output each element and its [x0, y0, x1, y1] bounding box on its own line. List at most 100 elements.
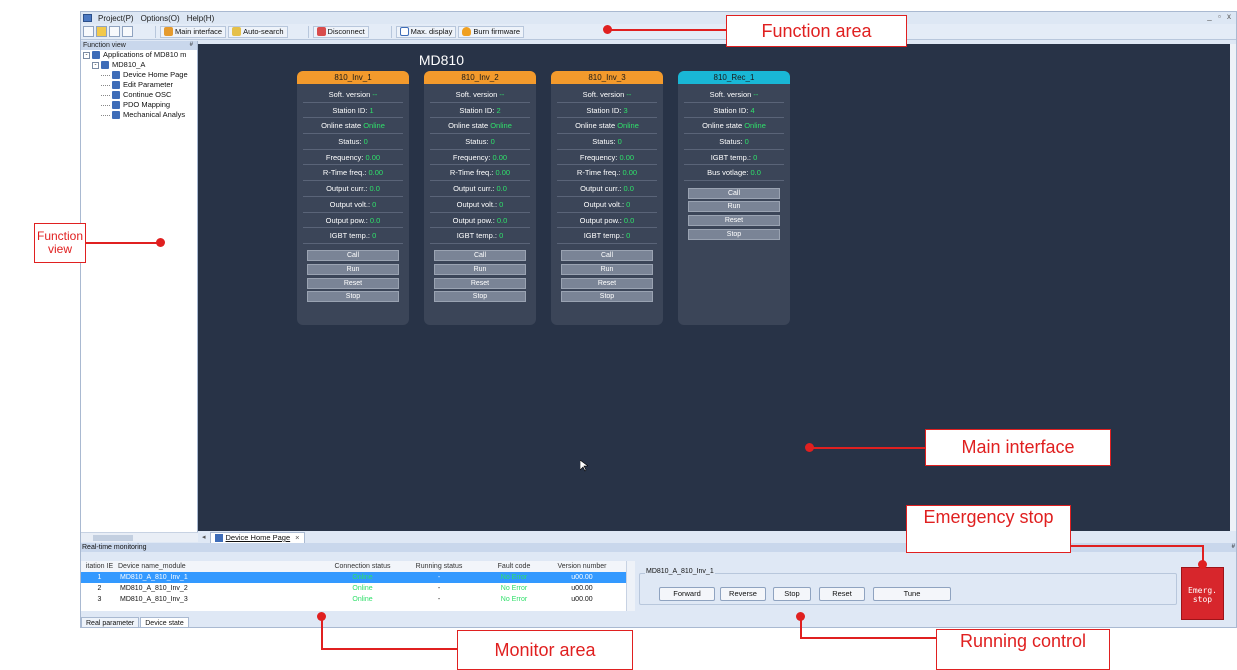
expander-icon[interactable]: -	[92, 61, 99, 69]
tab-device-home-page[interactable]: Device Home Page ×	[209, 531, 305, 543]
card-reset-button[interactable]: Reset	[688, 214, 780, 226]
param-value: 0	[499, 231, 504, 241]
param-label: Soft. version	[709, 90, 752, 99]
param-value: 3	[623, 105, 628, 115]
forward-button[interactable]: Forward	[659, 587, 715, 601]
column-header[interactable]: Version number	[549, 561, 615, 572]
callout-monitor-area: Monitor area	[457, 630, 633, 670]
tree-item-label: Edit Parameter	[123, 80, 174, 89]
open-folder-icon[interactable]	[96, 26, 107, 37]
tree-item[interactable]: PDO Mapping	[81, 100, 197, 110]
card-run-button[interactable]: Run	[688, 201, 780, 213]
card-run-button[interactable]: Run	[434, 264, 526, 276]
tree-item[interactable]: Mechanical Analys	[81, 110, 197, 120]
card-reset-button[interactable]: Reset	[307, 277, 399, 289]
card-stop-button[interactable]: Stop	[561, 291, 653, 303]
card-reset-button[interactable]: Reset	[561, 277, 653, 289]
table-cell: -	[437, 585, 441, 592]
param-label: Output volt.:	[456, 199, 498, 209]
card-stop-button[interactable]: Stop	[434, 291, 526, 303]
reverse-button[interactable]: Reverse	[720, 587, 766, 601]
page-icon	[214, 533, 223, 542]
param-value: 0.00	[492, 152, 508, 162]
param-label: Bus votlage:	[707, 168, 749, 178]
param-label: Frequency:	[452, 152, 491, 162]
column-header[interactable]: Connection status	[326, 561, 399, 572]
card-run-button[interactable]: Run	[307, 264, 399, 276]
callout-main-interface: Main interface	[925, 429, 1111, 466]
table-cell: 2	[97, 585, 102, 592]
table-row[interactable]: 1 MD810_A_810_Inv_1 Online - No Error u00.00	[81, 572, 626, 583]
tune-button[interactable]: Tune	[873, 587, 951, 601]
card-call-button[interactable]: Call	[561, 250, 653, 262]
callout-dot	[317, 612, 326, 621]
tree-node-icon	[112, 111, 120, 119]
card-reset-button[interactable]: Reset	[434, 277, 526, 289]
table-row[interactable]: 3 MD810_A_810_Inv_3 Online - No Error u00.00	[81, 594, 626, 605]
monitor-scrollbar[interactable]	[626, 561, 635, 611]
monitor-title-text: Real-time monitoring	[82, 544, 147, 551]
toolbar: Main interface Auto-search Disconnect Ma…	[81, 24, 1236, 40]
param-label: Online state	[321, 121, 362, 131]
search-icon	[232, 27, 242, 36]
card-call-button[interactable]: Call	[434, 250, 526, 262]
burn-firmware-button[interactable]: Burn firmware	[458, 25, 525, 38]
tree-item[interactable]: - Applications of MD810 m	[81, 50, 197, 60]
callout-dot	[156, 238, 165, 247]
pin-icon[interactable]: #	[190, 41, 193, 50]
settings-icon[interactable]	[122, 26, 133, 37]
emergency-stop-button[interactable]: Emerg. stop	[1181, 567, 1224, 620]
tree-item[interactable]: Continue OSC	[81, 90, 197, 100]
main-interface-button[interactable]: Main interface	[160, 25, 227, 38]
param-label: Output curr.:	[326, 184, 368, 194]
reset-button[interactable]: Reset	[819, 587, 865, 601]
disconnect-label: Disconnect	[327, 27, 365, 36]
auto-search-label: Auto-search	[243, 27, 284, 36]
horizontal-scrollbar[interactable]	[81, 532, 198, 542]
device-card-title: 810_Inv_2	[424, 71, 536, 84]
auto-search-button[interactable]: Auto-search	[228, 25, 288, 38]
table-row[interactable]: 2 MD810_A_810_Inv_2 Online - No Error u00.00	[81, 583, 626, 594]
param-label: Status:	[592, 137, 616, 147]
tab-device-state[interactable]: Device state	[140, 617, 189, 627]
table-cell: Online	[352, 574, 373, 581]
close-icon[interactable]: ×	[295, 533, 299, 542]
menu-help[interactable]: Help(H)	[187, 14, 215, 23]
card-call-button[interactable]: Call	[688, 187, 780, 199]
param-label: Station ID:	[459, 105, 495, 115]
tree-item[interactable]: Edit Parameter	[81, 80, 197, 90]
param-label: Online state	[575, 121, 616, 131]
menu-options[interactable]: Options(O)	[141, 14, 180, 23]
param-value: 0.0	[623, 184, 634, 194]
window-controls[interactable]: _ ▫ x	[1207, 12, 1233, 21]
main-vertical-scrollbar[interactable]	[1230, 44, 1236, 531]
save-icon[interactable]	[109, 26, 120, 37]
stop-button[interactable]: Stop	[773, 587, 811, 601]
card-call-button[interactable]: Call	[307, 250, 399, 262]
tree-item-label: Applications of MD810 m	[103, 50, 187, 59]
column-header[interactable]: Fault code	[479, 561, 549, 572]
max-display-button[interactable]: Max. display	[395, 25, 457, 38]
card-stop-button[interactable]: Stop	[307, 291, 399, 303]
menu-project[interactable]: Project(P)	[98, 14, 134, 23]
new-file-icon[interactable]	[83, 26, 94, 37]
expander-icon[interactable]: -	[83, 51, 90, 59]
column-header[interactable]: Device name_module	[118, 561, 326, 572]
tab-nav-left-icon[interactable]: ◂	[202, 533, 206, 541]
param-value: 0.0	[369, 215, 381, 225]
card-run-button[interactable]: Run	[561, 264, 653, 276]
callout-line	[1071, 545, 1203, 547]
tree-item[interactable]: Device Home Page	[81, 70, 197, 80]
column-header[interactable]: Running status	[399, 561, 479, 572]
card-stop-button[interactable]: Stop	[688, 228, 780, 240]
pin-icon[interactable]: #	[1232, 543, 1235, 552]
device-card-title: 810_Inv_1	[297, 71, 409, 84]
device-param: IGBT temp.: 0	[303, 228, 403, 244]
scrollbar-thumb[interactable]	[93, 535, 133, 541]
disconnect-button[interactable]: Disconnect	[312, 25, 369, 38]
tab-real-parameter[interactable]: Real parameter	[81, 617, 140, 627]
param-label: Station ID:	[586, 105, 622, 115]
column-header[interactable]: itation IE	[81, 561, 118, 572]
tree-item[interactable]: - MD810_A	[81, 60, 197, 70]
param-label: R-Time freq.:	[449, 168, 494, 178]
